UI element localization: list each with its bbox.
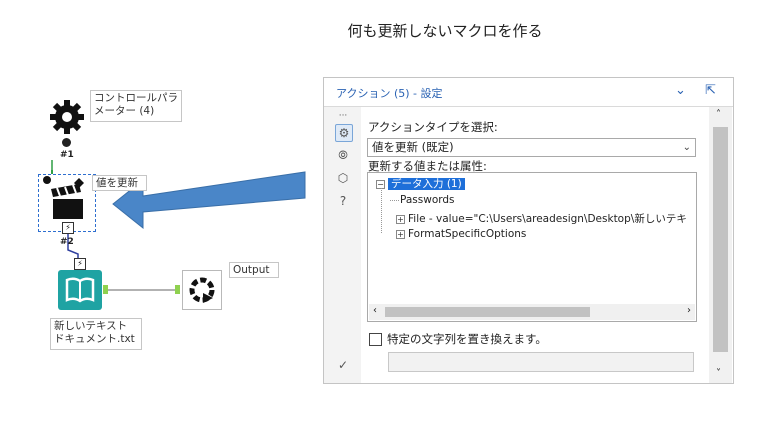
- action-type-label: アクションタイプを選択:: [368, 120, 498, 134]
- action-tool-label: 値を更新: [92, 175, 147, 191]
- question-anchor-icon: [62, 138, 71, 147]
- input-anchor: [103, 285, 108, 294]
- connection-icon[interactable]: ⦾: [335, 147, 351, 163]
- chevron-up-icon[interactable]: ˄: [716, 109, 721, 120]
- output-tool[interactable]: [182, 270, 222, 310]
- input-tool-label: 新しいテキスト ドキュメント.txt: [50, 318, 142, 350]
- tree-guide: [381, 188, 383, 233]
- gear-icon[interactable]: ⚙: [335, 124, 353, 142]
- scroll-right-icon[interactable]: ›: [687, 305, 691, 316]
- tree-root-row[interactable]: − データ入力 (1): [376, 176, 465, 191]
- tree-item-passwords[interactable]: Passwords: [400, 194, 455, 206]
- tag-icon[interactable]: ⬡: [335, 170, 351, 186]
- more-icon[interactable]: ···: [335, 108, 351, 124]
- chevron-down-icon[interactable]: ˅: [716, 368, 721, 379]
- input-tool[interactable]: [58, 270, 102, 310]
- tree-item-format-options[interactable]: + FormatSpecificOptions: [396, 228, 526, 240]
- tree-guide: [390, 200, 399, 202]
- control-parameter-label: コントロールパラメーター (4): [90, 90, 182, 122]
- control-parameter-tool[interactable]: [48, 98, 86, 136]
- gear-icon: [50, 100, 84, 134]
- replace-string-field[interactable]: [388, 352, 694, 372]
- replace-string-checkbox[interactable]: [369, 333, 382, 346]
- vertical-scrollbar[interactable]: ˄ ˅: [709, 107, 732, 383]
- undock-icon[interactable]: ⇱: [705, 83, 716, 98]
- tree-item-label: FormatSpecificOptions: [408, 228, 527, 240]
- help-icon[interactable]: ?: [335, 193, 351, 209]
- expand-icon[interactable]: +: [396, 214, 405, 224]
- action-type-value: 値を更新 (既定): [372, 140, 454, 154]
- tree-item-label: File - value="C:\Users\areadesign\Deskto…: [408, 213, 687, 225]
- lightning-icon: ⚡: [74, 258, 86, 270]
- book-icon: [65, 277, 95, 303]
- panel-header: アクション (5) - 設定 ⌄ ⇱: [324, 78, 733, 107]
- tree-root-label: データ入力 (1): [388, 178, 465, 190]
- workflow-canvas: コントロールパラメーター (4) #1 値を更新 ⚡ #2 ⚡ 新しいテキスト …: [0, 0, 320, 423]
- check-circle-icon[interactable]: ✓: [335, 357, 351, 373]
- tree-item-label: Passwords: [400, 194, 455, 206]
- chevron-down-icon[interactable]: ⌄: [675, 83, 686, 98]
- output-tool-label: Output: [229, 262, 279, 278]
- side-rail: ··· ⚙ ⦾ ⬡ ? ✓: [324, 107, 361, 383]
- panel-title: アクション (5) - 設定: [336, 87, 443, 100]
- page-title: 何も更新しないマクロを作る: [347, 22, 543, 40]
- attribute-tree[interactable]: − データ入力 (1) Passwords + File - value="C:\U…: [367, 172, 697, 322]
- horizontal-scroll-thumb[interactable]: [385, 307, 590, 317]
- scroll-left-icon[interactable]: ‹: [373, 305, 377, 316]
- expand-icon[interactable]: +: [396, 229, 405, 239]
- vertical-scroll-thumb[interactable]: [713, 127, 728, 352]
- control-parameter-tag: #1: [60, 150, 74, 160]
- replace-string-label: 特定の文字列を置き換えます。: [387, 332, 547, 346]
- macro-output-icon: [189, 277, 215, 303]
- horizontal-scrollbar[interactable]: ‹ ›: [369, 304, 695, 320]
- configuration-panel: アクション (5) - 設定 ⌄ ⇱ ··· ⚙ ⦾ ⬡ ? ✓ アクションタイ…: [323, 77, 734, 384]
- action-type-select[interactable]: 値を更新 (既定) ⌄: [367, 138, 696, 157]
- chevron-down-icon: ⌄: [682, 142, 691, 153]
- action-tool-tag: #2: [60, 237, 74, 247]
- output-anchor: [175, 285, 180, 294]
- lightning-icon: ⚡: [62, 222, 74, 234]
- tree-item-file[interactable]: + File - value="C:\Users\areadesign\Deskt…: [396, 211, 687, 226]
